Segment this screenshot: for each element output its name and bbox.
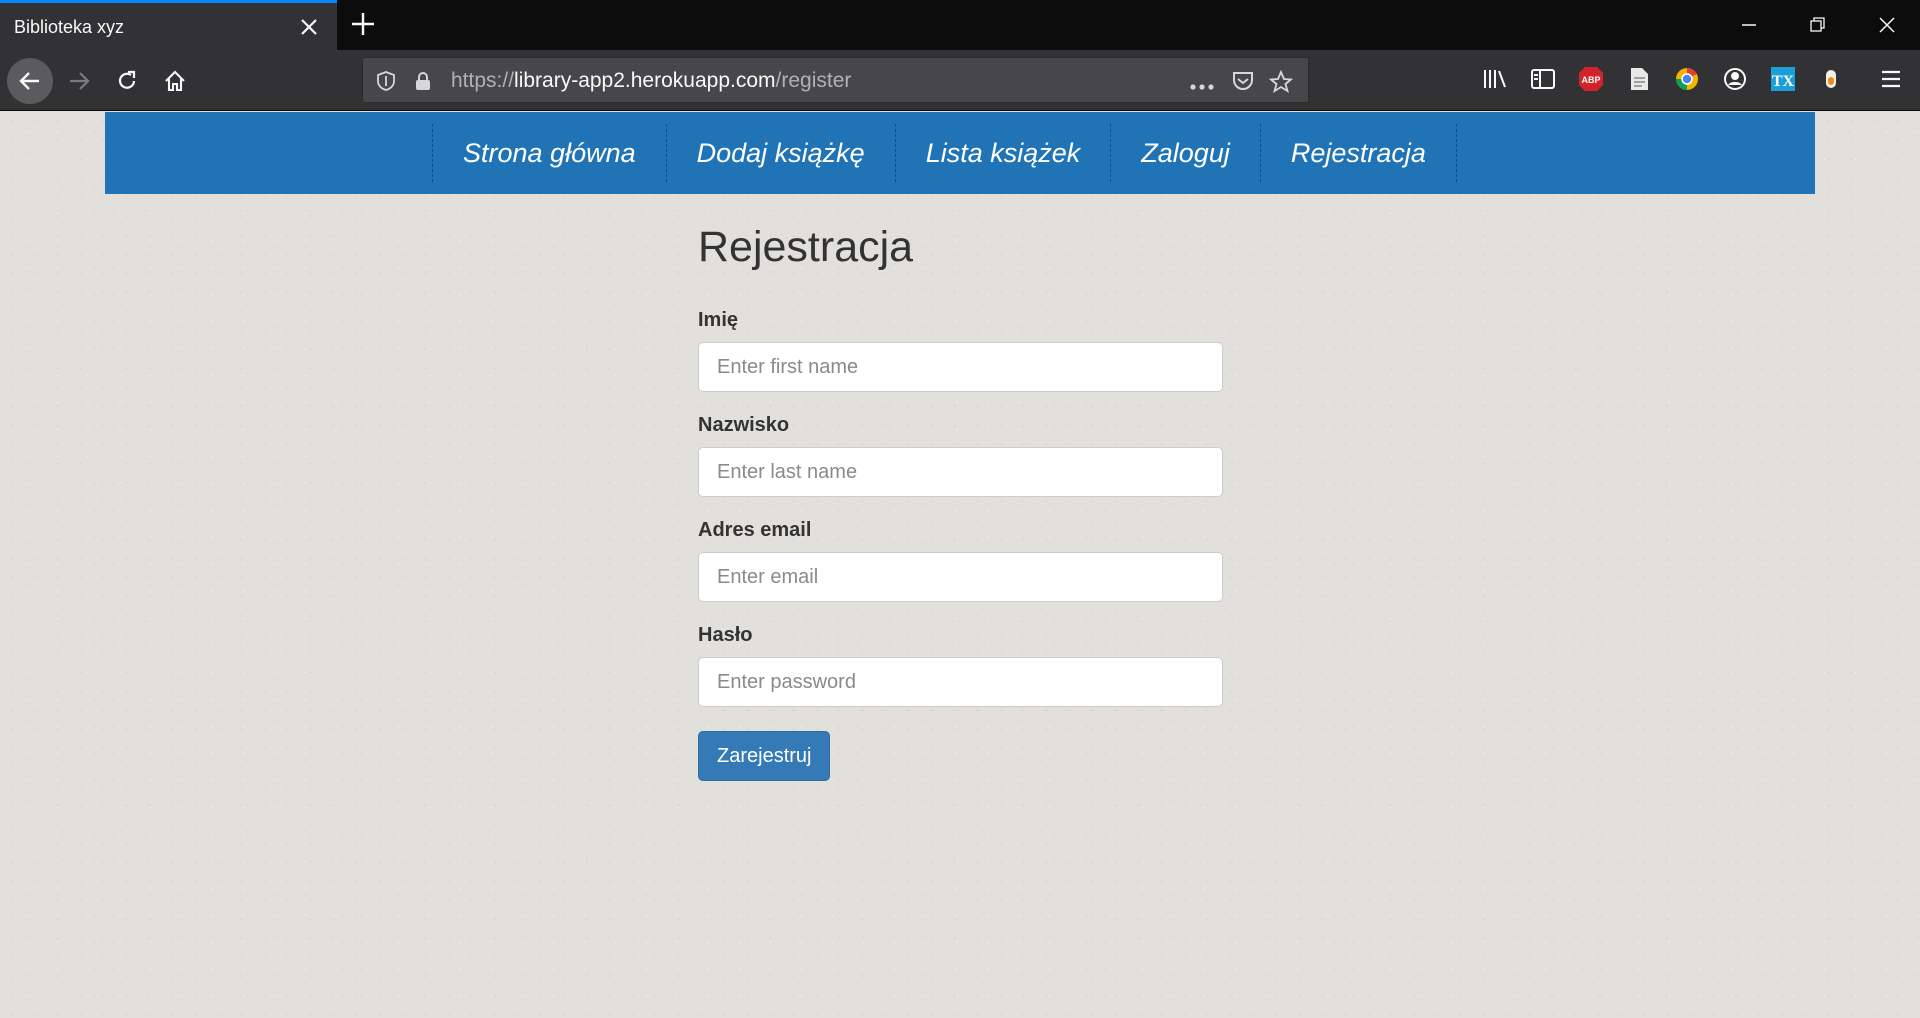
password-label: Hasło <box>698 624 753 646</box>
first-name-label: Imię <box>698 309 739 331</box>
url-path: /register <box>775 69 852 92</box>
nav-link-add-book[interactable]: Dodaj książkę <box>665 124 895 182</box>
chrome-like-icon[interactable] <box>1672 64 1706 98</box>
tx-icon[interactable]: TX <box>1768 64 1802 98</box>
nav-link-login[interactable]: Zaloguj <box>1110 124 1260 182</box>
url-host: library-app2.herokuapp.com <box>514 69 776 92</box>
nav-link-register[interactable]: Rejestracja <box>1259 124 1457 182</box>
reload-button[interactable] <box>104 58 150 104</box>
new-tab-icon[interactable] <box>348 9 378 39</box>
url-bar[interactable]: https://library-app2.herokuapp.com/regis… <box>362 57 1309 103</box>
bookmark-star-icon[interactable] <box>1268 69 1294 99</box>
back-button[interactable] <box>7 58 53 104</box>
password-input[interactable] <box>698 657 1223 707</box>
site-navbar: Strona główna Dodaj książkę Lista książe… <box>105 112 1815 194</box>
first-name-input[interactable] <box>698 342 1223 392</box>
registration-form: Rejestracja Imię Nazwisko Adres email Ha… <box>698 226 1223 781</box>
forward-button[interactable] <box>56 58 102 104</box>
document-icon[interactable] <box>1624 64 1658 98</box>
last-name-label: Nazwisko <box>698 414 790 436</box>
site-menu: Strona główna Dodaj książkę Lista książe… <box>432 124 1457 182</box>
last-name-input[interactable] <box>698 447 1223 497</box>
browser-toolbar: https://library-app2.herokuapp.com/regis… <box>0 50 1920 111</box>
close-tab-icon[interactable] <box>296 14 322 40</box>
svg-text:ABP: ABP <box>1581 75 1600 85</box>
url-text[interactable]: https://library-app2.herokuapp.com/regis… <box>451 69 851 93</box>
tab-title: Biblioteka xyz <box>14 17 125 37</box>
hamburger-menu-icon[interactable] <box>1876 64 1910 98</box>
tab-bar: Biblioteka xyz <box>0 0 1920 50</box>
first-name-group: Imię <box>698 309 1223 392</box>
arrow-right-icon <box>70 72 90 90</box>
email-group: Adres email <box>698 519 1223 602</box>
minimize-icon[interactable] <box>1734 10 1764 40</box>
page-content: Strona główna Dodaj książkę Lista książe… <box>0 112 1920 1018</box>
more-actions-icon[interactable] <box>1189 78 1215 96</box>
register-button[interactable]: Zarejestruj <box>698 731 831 781</box>
tracking-shield-icon[interactable] <box>375 70 397 97</box>
account-icon[interactable] <box>1720 64 1754 98</box>
home-button[interactable] <box>152 58 198 104</box>
lock-icon[interactable] <box>413 70 433 97</box>
pencil-extension-icon[interactable] <box>1816 64 1850 98</box>
email-label: Adres email <box>698 519 812 541</box>
home-icon <box>165 70 185 92</box>
sidebar-icon[interactable] <box>1528 64 1562 98</box>
pocket-icon[interactable] <box>1231 70 1255 97</box>
nav-link-home[interactable]: Strona główna <box>432 124 666 182</box>
page-title: Rejestracja <box>698 223 914 271</box>
nav-link-book-list[interactable]: Lista książek <box>894 124 1111 182</box>
reload-icon <box>118 70 136 89</box>
browser-tab[interactable]: Biblioteka xyz <box>0 0 337 50</box>
restore-icon[interactable] <box>1802 10 1832 40</box>
email-input[interactable] <box>698 552 1223 602</box>
adblock-plus-icon[interactable]: ABP <box>1576 64 1610 98</box>
arrow-left-icon <box>19 72 39 90</box>
library-icon[interactable] <box>1480 64 1514 98</box>
last-name-group: Nazwisko <box>698 414 1223 497</box>
svg-text:TX: TX <box>1772 73 1795 90</box>
password-group: Hasło <box>698 624 1223 707</box>
close-window-icon[interactable] <box>1872 10 1902 40</box>
